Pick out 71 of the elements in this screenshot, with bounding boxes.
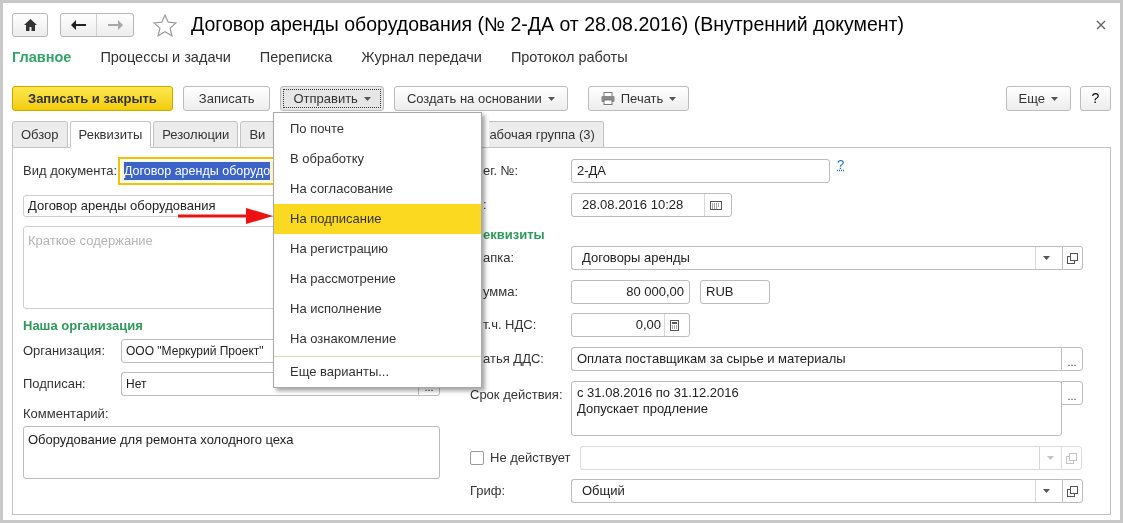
checkbox-label: Не действует [490,449,572,468]
printer-icon [600,92,615,105]
select-field[interactable]: Договоры аренды [571,246,1062,270]
caret-icon [1043,489,1050,493]
select-button[interactable]: ... [1061,347,1083,371]
open-window-icon [1067,252,1078,264]
back-arrow-icon [71,19,86,31]
caret-icon [363,96,371,101]
section-link[interactable]: Журнал передачи [361,47,482,69]
comment-field[interactable]: Оборудование для ремонта холодного цеха [23,426,440,479]
menu-item[interactable]: На ознакомление [274,324,481,354]
tab[interactable]: Резолюции [153,121,239,148]
caret-icon [1051,96,1058,101]
amount-field[interactable]: 80 000,00 [571,280,690,304]
reg-number-field[interactable]: 2-ДА [571,159,830,183]
star-icon[interactable] [153,13,177,37]
select-field[interactable]: Общий [571,479,1062,503]
field-label: Вид документа: [23,162,118,181]
open-window-icon [1067,485,1078,497]
toolbar-button[interactable]: Записать и закрыть [12,86,173,111]
tab[interactable]: Обзор [12,121,68,148]
help-link[interactable]: ? [837,155,845,175]
caret-icon [1043,256,1050,260]
currency-field[interactable]: RUB [700,280,770,304]
field-label: т.ч. НДС: [482,316,537,335]
field-label: ег. №: [482,162,519,181]
toolbar-button[interactable]: Печать [587,86,690,111]
toolbar-button[interactable]: Отправить [280,86,384,111]
calendar-icon [709,200,722,210]
open-button[interactable] [1062,479,1083,503]
home-button[interactable] [12,13,48,37]
caret-icon [1047,456,1054,460]
menu-item[interactable]: На подписание [274,204,481,234]
field-label: Организация: [23,342,107,361]
toolbar-button[interactable]: Записать [182,86,271,111]
section-link[interactable]: Процессы и задачи [100,47,231,69]
select-button[interactable]: ... [1061,381,1083,405]
home-icon [23,19,37,31]
open-window-icon [1066,452,1077,464]
field-label: Комментарий: [23,407,110,421]
text-line: с 31.08.2016 по 31.12.2016 [577,385,740,401]
tab[interactable]: Реквизиты [69,121,152,148]
checkbox[interactable] [470,451,484,465]
caret-icon [669,96,677,101]
vat-field[interactable]: 0,00 [571,313,690,337]
calculator-icon [670,319,679,331]
date-field[interactable]: 28.08.2016 10:28 [571,193,732,217]
selected-text: Договор аренды оборудо [124,161,271,181]
window-title: Договор аренды оборудования (№ 2-ДА от 28.08.2016) (Внутренний документ) [191,12,904,38]
tab[interactable]: абочая группа (3) [489,121,604,148]
section-link[interactable]: Протокол работы [510,47,628,69]
toolbar-button[interactable]: Создать на основании [393,86,568,111]
field-label: Срок действия: [470,386,563,404]
section-link[interactable]: Переписка [259,47,333,69]
section-heading: Наша организация [23,319,144,333]
field-label: апка: [482,249,515,268]
field-label: атья ДДС: [482,350,544,369]
field-label: Гриф: [470,482,506,501]
field-label: Подписан: [23,375,87,394]
choice-field[interactable]: Оплата поставщикам за сырье и материалы [571,347,1061,371]
caret-icon [547,96,555,101]
field-label: : [482,196,487,215]
field-label: умма: [482,283,519,302]
toolbar-button[interactable]: ? [1080,86,1111,111]
toolbar-button[interactable]: Еще [1005,86,1071,111]
text-line: Допускает продление [577,401,709,417]
forward-arrow-icon [107,19,123,31]
validity-field[interactable]: с 31.08.2016 по 31.12.2016 Допускает продление [571,381,1062,436]
close-icon[interactable] [1096,20,1106,30]
section-heading: еквизиты [482,228,545,242]
open-button[interactable] [1062,246,1083,270]
